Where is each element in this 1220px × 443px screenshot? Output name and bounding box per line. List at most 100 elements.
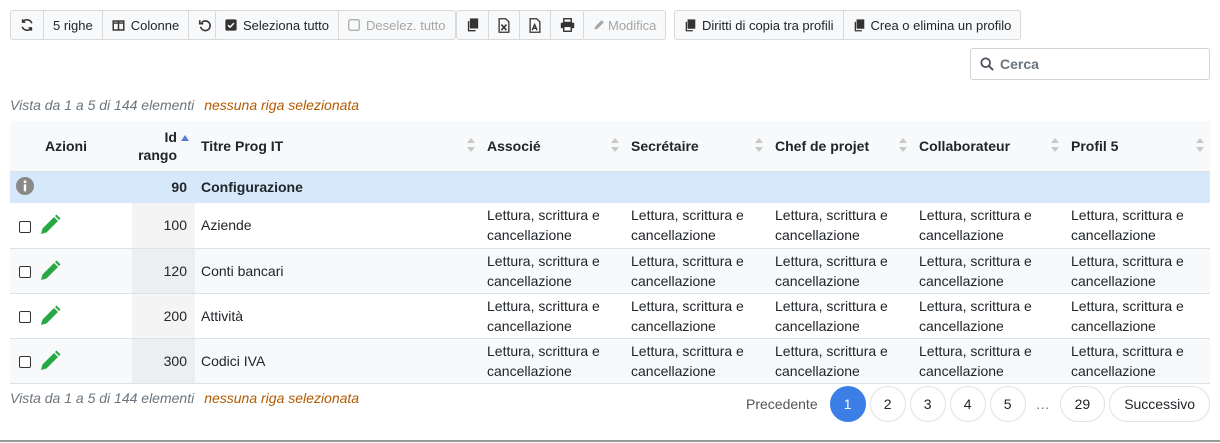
print-button[interactable] — [551, 11, 584, 39]
edit-pencil-icon[interactable] — [39, 214, 61, 236]
row-id: 100 — [132, 203, 195, 248]
table-row[interactable]: 200 Attività Lettura, scrittura e cancell… — [10, 293, 1210, 338]
permission-line: cancellazione — [631, 272, 716, 289]
copy-rights-button[interactable]: Diritti di copia tra profili — [675, 11, 844, 39]
permission-cell: Lettura, scrittura e cancellazione — [769, 338, 913, 383]
rows-per-page-button[interactable]: 5 righe — [44, 11, 103, 39]
group-id: 90 — [171, 179, 187, 196]
permission-cell: Lettura, scrittura e cancellazione — [1065, 338, 1210, 383]
row-checkbox-cell — [10, 248, 39, 293]
pagination-next[interactable]: Successivo — [1109, 386, 1210, 422]
refresh-icon — [21, 19, 33, 31]
header-profile-chef-de-projet[interactable]: Chef de projet — [769, 121, 913, 171]
row-checkbox[interactable] — [18, 310, 31, 323]
copy-icon — [854, 18, 864, 31]
pagination-page-3[interactable]: 3 — [909, 386, 946, 422]
permission-line: Lettura, scrittura e — [1071, 342, 1184, 359]
permission-line: cancellazione — [1071, 362, 1156, 379]
permission-line: Lettura, scrittura e — [487, 207, 600, 224]
header-id-label: Id — [164, 128, 177, 145]
pagination-page-2[interactable]: 2 — [869, 386, 906, 422]
edit-pencil-icon[interactable] — [39, 350, 61, 372]
row-name: Attività — [201, 307, 244, 324]
edit-button[interactable]: Modifica — [584, 11, 665, 39]
permission-line: cancellazione — [1071, 227, 1156, 244]
row-checkbox-cell — [10, 203, 39, 248]
header-title-label: Titre Prog IT — [201, 137, 284, 154]
permission-cell: Lettura, scrittura e cancellazione — [481, 338, 625, 383]
group-row: 90 Configurazione — [10, 171, 1210, 203]
edit-pencil-icon[interactable] — [39, 260, 61, 282]
permission-cell: Lettura, scrittura e cancellazione — [913, 338, 1065, 383]
checked-box-icon — [225, 19, 237, 31]
permission-line: cancellazione — [487, 317, 572, 334]
search-box[interactable] — [970, 48, 1210, 80]
sort-icon — [1196, 138, 1204, 152]
edit-label: Modifica — [608, 17, 657, 33]
export-pdf-button[interactable] — [520, 11, 551, 39]
permission-cell: Lettura, scrittura e cancellazione — [625, 293, 769, 338]
select-all-button[interactable]: Seleziona tutto — [216, 11, 340, 39]
copy-button[interactable] — [457, 11, 489, 39]
row-checkbox-cell — [10, 293, 39, 338]
columns-button[interactable]: Colonne — [103, 11, 190, 39]
refresh-button[interactable] — [11, 11, 44, 39]
selection-status-text: nessuna riga selezionata — [204, 390, 360, 406]
permission-line: cancellazione — [775, 227, 860, 244]
pagination-page-5[interactable]: 5 — [989, 386, 1026, 422]
table-info-bottom: Vista da 1 a 5 di 144 elementi nessuna ri… — [10, 390, 359, 406]
permission-cell: Lettura, scrittura e cancellazione — [625, 203, 769, 248]
export-excel-button[interactable] — [489, 11, 520, 39]
row-checkbox[interactable] — [18, 355, 31, 368]
row-checkbox[interactable] — [18, 220, 31, 233]
permission-line: Lettura, scrittura e — [487, 297, 600, 314]
permission-line: cancellazione — [1071, 272, 1156, 289]
deselect-all-button[interactable]: Deselez. tutto — [339, 11, 455, 39]
header-profile-associe[interactable]: Associé — [481, 121, 625, 171]
row-id: 300 — [132, 338, 195, 383]
edit-pencil-icon[interactable] — [39, 305, 61, 327]
search-icon — [980, 57, 994, 71]
row-checkbox[interactable] — [18, 265, 31, 278]
permission-line: Lettura, scrittura e — [775, 252, 888, 269]
excel-file-icon — [498, 17, 510, 33]
permission-line: cancellazione — [487, 272, 572, 289]
permission-line: cancellazione — [1071, 317, 1156, 334]
table-row[interactable]: 120 Conti bancari Lettura, scrittura e ca… — [10, 248, 1210, 293]
row-count-text: Vista da 1 a 5 di 144 elementi — [10, 97, 195, 113]
table-row[interactable]: 300 Codici IVA Lettura, scrittura e cance… — [10, 338, 1210, 383]
table-header-row: Azioni Id rango Titre Prog IT Associé Se… — [10, 121, 1210, 171]
pagination-previous[interactable]: Precedente — [738, 386, 826, 422]
header-checkbox-cell — [10, 121, 39, 171]
header-title[interactable]: Titre Prog IT — [195, 121, 481, 171]
edit-button-group: Modifica — [583, 10, 667, 40]
header-profile-secretaire-label: Secrétaire — [631, 137, 699, 154]
pagination-page-4[interactable]: 4 — [949, 386, 986, 422]
permission-line: Lettura, scrittura e — [1071, 207, 1184, 224]
permission-line: Lettura, scrittura e — [919, 252, 1032, 269]
row-id: 120 — [132, 248, 195, 293]
group-info-cell — [10, 171, 39, 203]
sort-ascending-icon — [181, 135, 189, 141]
permission-line: Lettura, scrittura e — [919, 297, 1032, 314]
header-id-rank[interactable]: Id rango — [132, 121, 195, 171]
create-delete-profile-button[interactable]: Crea o elimina un profilo — [844, 11, 1021, 39]
info-icon — [15, 176, 34, 195]
table-row[interactable]: 100 Aziende Lettura, scrittura e cancella… — [10, 203, 1210, 248]
search-input[interactable] — [1000, 56, 1200, 72]
selection-status-text: nessuna riga selezionata — [204, 97, 360, 113]
permission-cell: Lettura, scrittura e cancellazione — [1065, 293, 1210, 338]
permission-line: cancellazione — [919, 317, 1004, 334]
copy-rights-label: Diritti di copia tra profili — [702, 17, 834, 33]
export-button-group — [456, 10, 585, 40]
pagination-page-1[interactable]: 1 — [829, 386, 866, 422]
header-profile-secretaire[interactable]: Secrétaire — [625, 121, 769, 171]
permission-line: cancellazione — [919, 272, 1004, 289]
profile-button-group: Diritti di copia tra profili Crea o elim… — [674, 10, 1022, 40]
pagination-page-last[interactable]: 29 — [1059, 386, 1106, 422]
header-profile-5[interactable]: Profil 5 — [1065, 121, 1210, 171]
header-profile-collaborateur-label: Collaborateur — [919, 137, 1011, 154]
permission-cell: Lettura, scrittura e cancellazione — [769, 203, 913, 248]
selection-button-group: Seleziona tutto Deselez. tutto — [215, 10, 456, 40]
header-profile-collaborateur[interactable]: Collaborateur — [913, 121, 1065, 171]
